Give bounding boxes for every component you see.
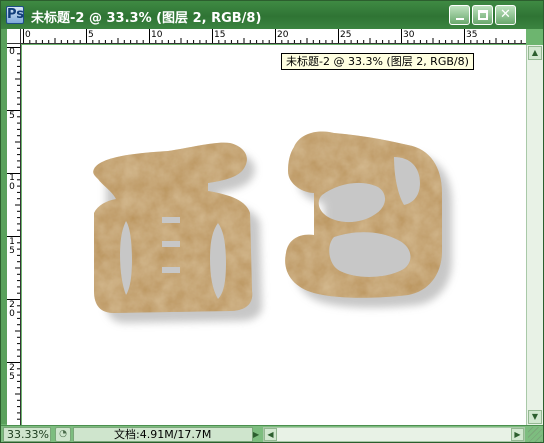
horizontal-ruler-ticks xyxy=(23,29,522,43)
ruler-label: 20 xyxy=(277,30,289,40)
ruler-origin[interactable] xyxy=(7,29,21,44)
ruler-label: 10 xyxy=(9,173,15,192)
ruler-label: 35 xyxy=(466,30,478,40)
horizontal-ruler[interactable]: 0 5 10 15 20 25 30 35 xyxy=(21,29,526,44)
title-bar[interactable]: Ps 未标题-2 @ 33.3% (图层 2, RGB/8) ✕ xyxy=(1,1,543,29)
ruler-label: 5 xyxy=(9,111,15,121)
close-button[interactable]: ✕ xyxy=(495,5,516,25)
ruler-label: 0 xyxy=(25,30,31,40)
ruler-label: 15 xyxy=(9,237,15,256)
zoom-level-field[interactable]: 33.33% xyxy=(3,427,51,442)
ruler-label: 5 xyxy=(88,30,94,40)
vertical-ruler[interactable]: 0 5 10 15 20 25 xyxy=(7,44,21,426)
ruler-label: 25 xyxy=(9,363,15,382)
horizontal-scrollbar[interactable]: ◀ ▶ xyxy=(263,427,525,442)
resize-grip[interactable] xyxy=(528,427,542,442)
scroll-left-arrow[interactable]: ◀ xyxy=(264,428,277,441)
maximize-button[interactable] xyxy=(472,5,493,25)
status-info-icon[interactable]: ◔ xyxy=(55,427,71,442)
ruler-label: 10 xyxy=(151,30,163,40)
photoshop-icon[interactable]: Ps xyxy=(6,6,24,24)
title-tooltip: 未标题-2 @ 33.3% (图层 2, RGB/8) xyxy=(281,53,474,70)
ruler-label: 0 xyxy=(9,47,15,57)
triangle-right-icon[interactable]: ▶ xyxy=(253,427,263,442)
maximize-icon xyxy=(478,10,488,20)
ruler-label: 15 xyxy=(214,30,226,40)
ruler-label: 25 xyxy=(340,30,352,40)
scroll-right-arrow[interactable]: ▶ xyxy=(511,428,524,441)
status-bar: 33.33% ◔ 文档:4.91M/17.7M ▶ ◀ ▶ xyxy=(1,425,543,442)
glyph-mian xyxy=(93,142,253,313)
minimize-button[interactable] xyxy=(449,5,470,25)
close-icon: ✕ xyxy=(500,7,511,22)
window-title: 未标题-2 @ 33.3% (图层 2, RGB/8) xyxy=(31,11,262,26)
document-size-info[interactable]: 文档:4.91M/17.7M xyxy=(73,427,253,442)
minimize-icon xyxy=(456,18,464,20)
vertical-scrollbar[interactable]: ▲ ▼ xyxy=(526,45,543,425)
scroll-up-arrow[interactable]: ▲ xyxy=(528,46,542,60)
artwork-layer xyxy=(93,131,452,323)
scroll-down-arrow[interactable]: ▼ xyxy=(528,410,542,424)
ruler-label: 20 xyxy=(9,300,15,319)
ruler-label: 30 xyxy=(403,30,415,40)
document-window: Ps 未标题-2 @ 33.3% (图层 2, RGB/8) ✕ 0 5 10 … xyxy=(0,0,544,443)
image-canvas[interactable] xyxy=(22,45,526,425)
